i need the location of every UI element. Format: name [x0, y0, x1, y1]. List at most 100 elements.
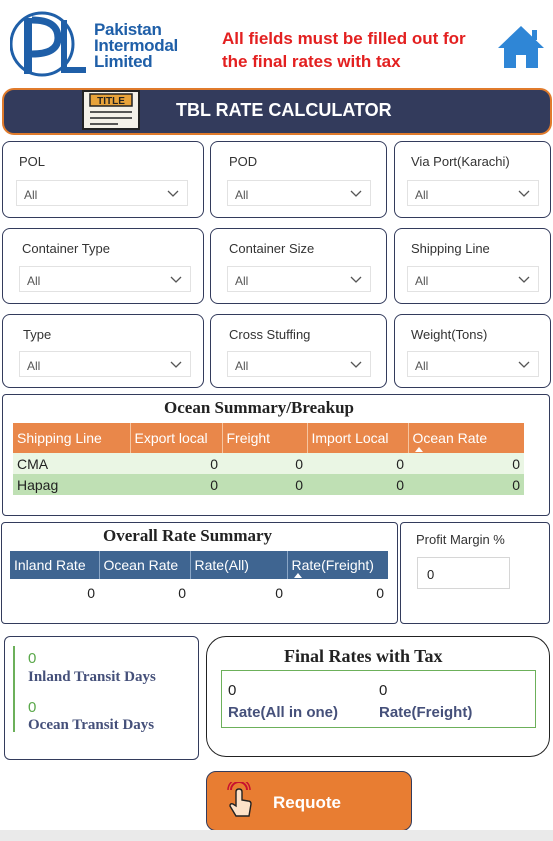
sort-ascending-icon	[293, 573, 302, 578]
chevron-down-icon	[170, 276, 182, 283]
filter-label-pol: POL	[19, 154, 46, 169]
table-cell: 0	[307, 474, 408, 495]
table-cell: 0	[408, 474, 524, 495]
filter-card-pol: POL All	[2, 141, 204, 218]
ocean-transit-value: 0	[28, 699, 37, 716]
table-cell: 0	[222, 453, 307, 474]
chevron-down-icon	[350, 190, 362, 197]
ocean-col-freight[interactable]: Freight	[222, 423, 308, 453]
notice-line-1: All fields must be filled out for	[222, 29, 466, 48]
filter-select-cross-stuffing[interactable]: All	[227, 351, 371, 377]
ocean-summary-table: Shipping Line Export local Freight Impor…	[13, 423, 524, 495]
filter-value-via-port: All	[415, 188, 429, 202]
page-title: TBL RATE CALCULATOR	[176, 100, 392, 120]
filter-card-pod: POD All	[210, 141, 387, 218]
ocean-col-import-local[interactable]: Import Local	[307, 423, 409, 453]
final-rates-title: Final Rates with Tax	[284, 646, 443, 666]
table-cell: 0	[222, 474, 307, 495]
table-cell: 0	[130, 453, 222, 474]
chevron-down-icon	[167, 190, 179, 197]
inland-transit-value: 0	[28, 650, 37, 667]
filter-label-weight: Weight(Tons)	[411, 327, 488, 342]
table-row[interactable]: CMA 0 0 0 0	[13, 453, 524, 474]
filter-label-pod: POD	[229, 154, 258, 169]
filter-card-container-size: Container Size All	[210, 228, 387, 304]
filter-label-container-type: Container Type	[22, 241, 110, 256]
filter-card-cross-stuffing: Cross Stuffing All	[210, 314, 387, 388]
chevron-down-icon	[350, 276, 362, 283]
table-cell: CMA	[13, 453, 130, 474]
profit-margin-input[interactable]: 0	[417, 557, 510, 589]
requote-label: Requote	[273, 793, 341, 812]
company-name-line3: Limited	[94, 52, 153, 71]
filter-select-weight[interactable]: All	[407, 351, 539, 377]
rate-freight-value: 0	[379, 682, 388, 699]
table-cell: 0	[307, 453, 408, 474]
table-cell: 0	[178, 585, 186, 601]
filter-value-weight: All	[415, 359, 429, 373]
filter-select-type[interactable]: All	[19, 351, 191, 377]
sort-ascending-icon	[414, 447, 423, 452]
requote-button[interactable]: Requote	[206, 771, 412, 831]
filter-value-shipping-line: All	[415, 274, 429, 288]
filter-select-container-type[interactable]: All	[19, 266, 191, 292]
filter-card-type: Type All	[2, 314, 204, 388]
filter-value-container-type: All	[27, 274, 41, 288]
filter-select-pol[interactable]: All	[16, 180, 188, 206]
notice-line-2: the final rates with tax	[222, 52, 401, 71]
transit-accent-bar	[13, 646, 15, 732]
chevron-down-icon	[170, 361, 182, 368]
ocean-summary-title: Ocean Summary/Breakup	[164, 398, 355, 417]
filter-card-via-port: Via Port(Karachi) All	[394, 141, 551, 218]
ocean-transit-label: Ocean Transit Days	[28, 717, 155, 733]
filter-select-shipping-line[interactable]: All	[407, 266, 539, 292]
overall-col-inland-rate[interactable]: Inland Rate	[10, 551, 100, 579]
company-name: Pakistan Intermodal Limited	[94, 21, 194, 71]
table-cell: Hapag	[13, 474, 130, 495]
rate-freight-label: Rate(Freight)	[379, 704, 473, 721]
filter-value-pod: All	[235, 188, 249, 202]
filter-label-container-size: Container Size	[229, 241, 315, 256]
ocean-col-shipping-line[interactable]: Shipping Line	[13, 423, 131, 453]
filter-select-via-port[interactable]: All	[407, 180, 539, 206]
filter-label-cross-stuffing: Cross Stuffing	[229, 327, 311, 342]
rate-all-label: Rate(All in one)	[228, 704, 339, 721]
table-cell: 0	[408, 453, 524, 474]
filter-label-via-port: Via Port(Karachi)	[411, 154, 510, 169]
overall-summary-title: Overall Rate Summary	[103, 526, 273, 545]
overall-col-rate-all[interactable]: Rate(All)	[190, 551, 288, 579]
company-logo	[10, 11, 86, 77]
overall-col-rate-freight-label: Rate(Freight)	[291, 557, 374, 573]
table-cell: 0	[130, 474, 222, 495]
chevron-down-icon	[350, 361, 362, 368]
chevron-down-icon	[518, 276, 530, 283]
filter-card-container-type: Container Type All	[2, 228, 204, 304]
table-row[interactable]: Hapag 0 0 0 0	[13, 474, 524, 495]
ocean-col-ocean-rate-label: Ocean Rate	[412, 430, 488, 446]
overall-col-ocean-rate[interactable]: Ocean Rate	[99, 551, 191, 579]
table-cell: 0	[87, 585, 95, 601]
overall-table-header: Inland Rate Ocean Rate Rate(All) Rate(Fr…	[10, 551, 388, 579]
rate-all-value: 0	[228, 682, 237, 699]
overall-summary-table: Inland Rate Ocean Rate Rate(All) Rate(Fr…	[10, 551, 388, 607]
table-cell: 0	[275, 585, 283, 601]
title-document-icon: TITLE	[82, 90, 140, 130]
filter-label-shipping-line: Shipping Line	[411, 241, 490, 256]
overall-col-rate-freight[interactable]: Rate(Freight)	[287, 551, 388, 579]
profit-margin-label: Profit Margin %	[416, 532, 505, 547]
ocean-col-export-local[interactable]: Export local	[130, 423, 223, 453]
chevron-down-icon	[518, 190, 530, 197]
required-fields-notice: All fields must be filled out for the fi…	[222, 27, 502, 73]
filter-select-pod[interactable]: All	[227, 180, 371, 206]
filter-value-type: All	[27, 359, 41, 373]
home-icon[interactable]	[496, 22, 546, 72]
filter-value-pol: All	[24, 188, 38, 202]
filter-label-type: Type	[23, 327, 52, 342]
filter-value-container-size: All	[235, 274, 249, 288]
tap-hand-icon	[227, 782, 252, 817]
ocean-col-ocean-rate[interactable]: Ocean Rate	[408, 423, 524, 453]
filter-select-container-size[interactable]: All	[227, 266, 371, 292]
table-row[interactable]: 0 0 0 0	[10, 579, 388, 607]
filter-card-shipping-line: Shipping Line All	[394, 228, 551, 304]
inland-transit-label: Inland Transit Days	[28, 669, 156, 685]
